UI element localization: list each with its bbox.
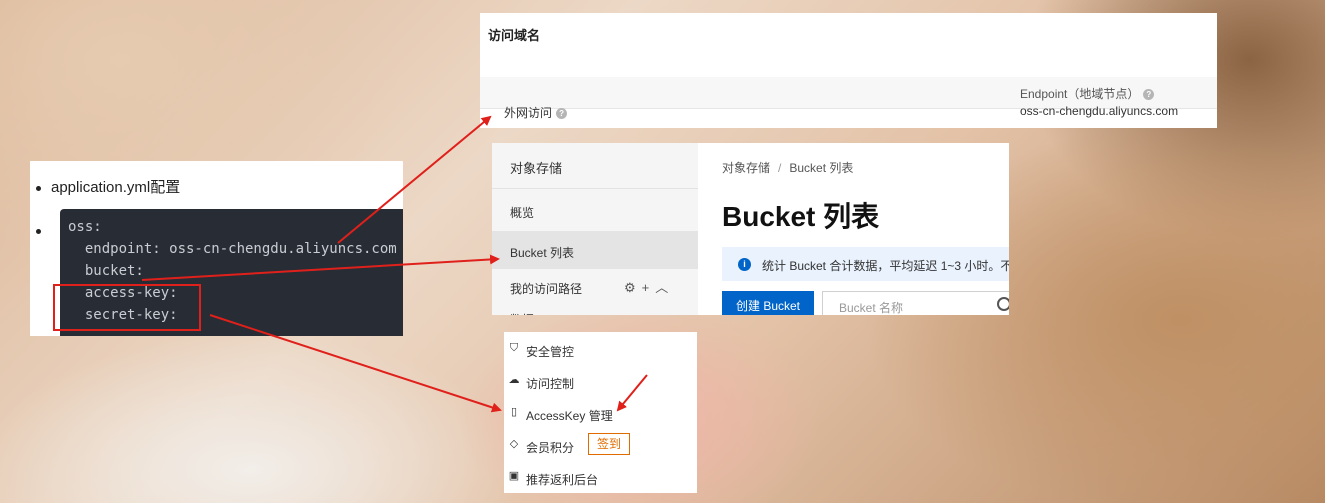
highlight-box [53, 284, 201, 331]
arrow-endpoint [337, 115, 492, 244]
arrow-bucket [141, 254, 500, 281]
annotation-arrows [53, 115, 648, 413]
arrow-accesskey-menu [616, 374, 648, 412]
arrow-accesskey [209, 314, 502, 413]
